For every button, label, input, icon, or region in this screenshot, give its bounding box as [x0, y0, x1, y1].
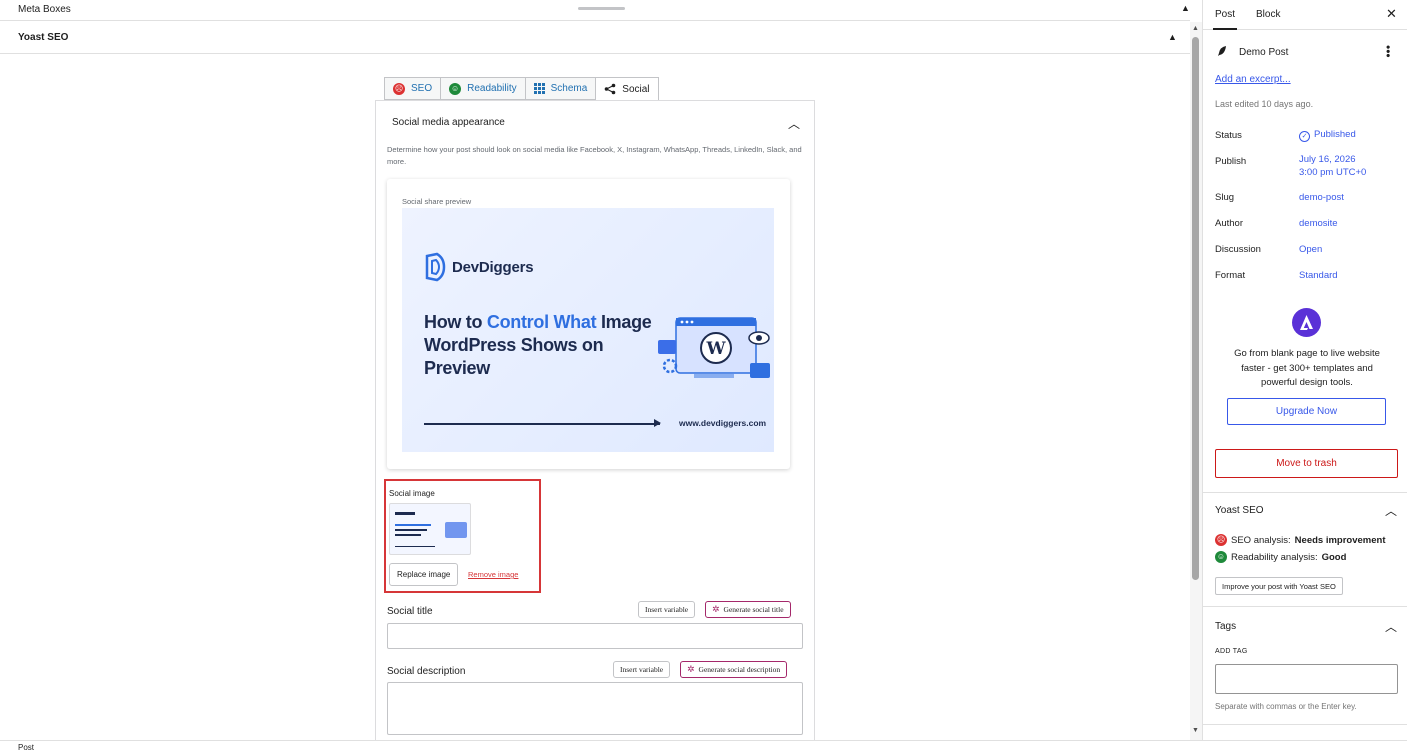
status-label: Status	[1215, 130, 1242, 141]
social-title-label: Social title	[387, 606, 433, 617]
social-image-field: Social image Replace image Remove image	[384, 479, 541, 593]
discussion-label: Discussion	[1215, 244, 1261, 255]
move-to-trash-button[interactable]: Move to trash	[1215, 449, 1398, 478]
tab-schema-label: Schema	[550, 83, 588, 94]
divider	[1203, 606, 1407, 607]
publish-label: Publish	[1215, 156, 1247, 167]
yoast-metabox-header[interactable]: Yoast SEO ▲	[0, 21, 1190, 54]
social-description-input[interactable]	[387, 682, 803, 735]
generate-social-title-button[interactable]: ✲ Generate social title	[705, 601, 791, 618]
editor-scrollbar[interactable]: ▲ ▼	[1190, 22, 1202, 740]
yoast-panel-title[interactable]: Yoast SEO	[1215, 505, 1264, 516]
grid-icon	[533, 83, 545, 94]
more-options-icon[interactable]: •••	[1381, 45, 1395, 58]
add-excerpt-link[interactable]: Add an excerpt...	[1215, 74, 1291, 85]
seo-analysis-row: ☹ SEO analysis: Needs improvement	[1215, 534, 1386, 546]
remove-image-link[interactable]: Remove image	[468, 570, 518, 579]
chevron-up-icon[interactable]: ︿	[1385, 502, 1397, 519]
collapse-yoast-icon[interactable]: ▲	[1168, 32, 1177, 42]
preview-title: Social share preview	[402, 197, 472, 206]
post-title: Demo Post	[1239, 47, 1289, 58]
resize-handle[interactable]	[578, 7, 625, 10]
astra-logo-icon	[1292, 308, 1321, 337]
social-share-preview-card: Social share preview DevDiggers How to C…	[387, 179, 790, 469]
meta-boxes-bar[interactable]: Meta Boxes ▲	[0, 0, 1190, 21]
tab-seo[interactable]: ☹ SEO	[384, 77, 441, 100]
scrollbar-thumb[interactable]	[1192, 37, 1199, 580]
share-icon	[604, 83, 616, 95]
chevron-up-icon[interactable]: ︿	[788, 115, 800, 132]
wordpress-illustration-icon: W	[658, 317, 770, 378]
slug-label: Slug	[1215, 192, 1235, 203]
tab-post[interactable]: Post	[1212, 9, 1238, 30]
slug-value[interactable]: demo-post	[1299, 191, 1344, 204]
tab-social-label: Social	[622, 83, 650, 95]
insert-variable-description-button[interactable]: Insert variable	[613, 661, 671, 678]
check-circle-icon: ✓	[1299, 131, 1310, 142]
tag-help-text: Separate with commas or the Enter key.	[1215, 702, 1357, 711]
happy-face-icon: ☺	[1215, 551, 1227, 563]
sparkle-icon: ✲	[687, 664, 695, 675]
format-label: Format	[1215, 270, 1246, 281]
editor-canvas-area: Meta Boxes ▲ Yoast SEO ▲ ☹ SEO ☺ Readabi…	[0, 0, 1190, 740]
devdiggers-logo-icon	[425, 252, 446, 282]
social-section-title[interactable]: Social media appearance	[392, 117, 505, 128]
arrow-right-icon	[654, 419, 661, 427]
discussion-value[interactable]: Open	[1299, 243, 1322, 256]
replace-image-button[interactable]: Replace image	[389, 563, 459, 586]
close-icon[interactable]: ✕	[1386, 6, 1397, 22]
promo-text: Go from blank page to live website faste…	[1234, 348, 1380, 388]
brand-logo: DevDiggers	[424, 252, 534, 282]
tab-social[interactable]: Social	[595, 77, 659, 101]
tab-readability-label: Readability	[467, 83, 517, 94]
status-value[interactable]: ✓ Published	[1299, 128, 1356, 142]
sparkle-icon: ✲	[712, 604, 720, 615]
svg-text:W: W	[705, 339, 726, 359]
scroll-up-icon[interactable]: ▲	[1192, 25, 1199, 32]
add-tag-label: ADD TAG	[1215, 648, 1248, 655]
tab-seo-label: SEO	[411, 83, 433, 94]
divider	[1203, 724, 1407, 725]
insert-variable-title-button[interactable]: Insert variable	[638, 601, 696, 618]
editor-footer-breadcrumb: Post	[0, 740, 1407, 752]
preview-site-url: www.devdiggers.com	[679, 418, 767, 428]
social-image-thumbnail[interactable]	[389, 503, 471, 555]
brand-name: DevDiggers	[452, 258, 534, 276]
improve-post-button[interactable]: Improve your post with Yoast SEO	[1215, 577, 1343, 595]
last-edited-text: Last edited 10 days ago.	[1215, 99, 1314, 109]
format-value[interactable]: Standard	[1299, 269, 1338, 282]
yoast-tabs: ☹ SEO ☺ Readability Schema Social	[384, 77, 659, 101]
feather-icon	[1218, 46, 1226, 56]
happy-face-icon: ☺	[449, 82, 462, 95]
settings-sidebar: Post Block ✕ Demo Post ••• Add an excerp…	[1202, 0, 1407, 740]
social-description-text: Determine how your post should look on s…	[387, 145, 802, 166]
sad-face-icon: ☹	[1215, 534, 1227, 546]
chevron-up-icon[interactable]: ︿	[1385, 618, 1397, 635]
sidebar-tabs: Post Block ✕	[1203, 0, 1407, 30]
social-title-input[interactable]	[387, 623, 803, 649]
collapse-meta-boxes-icon[interactable]: ▲	[1181, 3, 1190, 13]
tags-panel-title[interactable]: Tags	[1215, 621, 1236, 632]
upgrade-now-button[interactable]: Upgrade Now	[1227, 398, 1386, 425]
author-value[interactable]: demosite	[1299, 217, 1338, 230]
add-tag-input[interactable]	[1215, 664, 1398, 694]
readability-analysis-row: ☺ Readability analysis: Good	[1215, 551, 1347, 563]
social-image-label: Social image	[389, 489, 435, 498]
preview-headline: How to Control What Image WordPress Show…	[424, 312, 652, 378]
social-panel: Social media appearance ︿ Determine how …	[375, 100, 815, 740]
preview-image[interactable]: DevDiggers How to Control What Image Wor…	[402, 208, 774, 452]
author-label: Author	[1215, 218, 1243, 229]
tab-schema[interactable]: Schema	[524, 77, 596, 100]
generate-social-description-button[interactable]: ✲ Generate social description	[680, 661, 788, 678]
meta-boxes-label: Meta Boxes	[18, 4, 71, 15]
arrow-line	[424, 423, 660, 425]
publish-date-value[interactable]: July 16, 2026 3:00 pm UTC+0	[1299, 153, 1366, 179]
social-description-label: Social description	[387, 666, 466, 677]
sad-face-icon: ☹	[393, 82, 405, 95]
yoast-metabox-title: Yoast SEO	[18, 32, 69, 43]
tab-block[interactable]: Block	[1256, 9, 1280, 20]
scroll-down-icon[interactable]: ▼	[1192, 727, 1199, 734]
divider	[1203, 492, 1407, 493]
tab-readability[interactable]: ☺ Readability	[440, 77, 525, 100]
